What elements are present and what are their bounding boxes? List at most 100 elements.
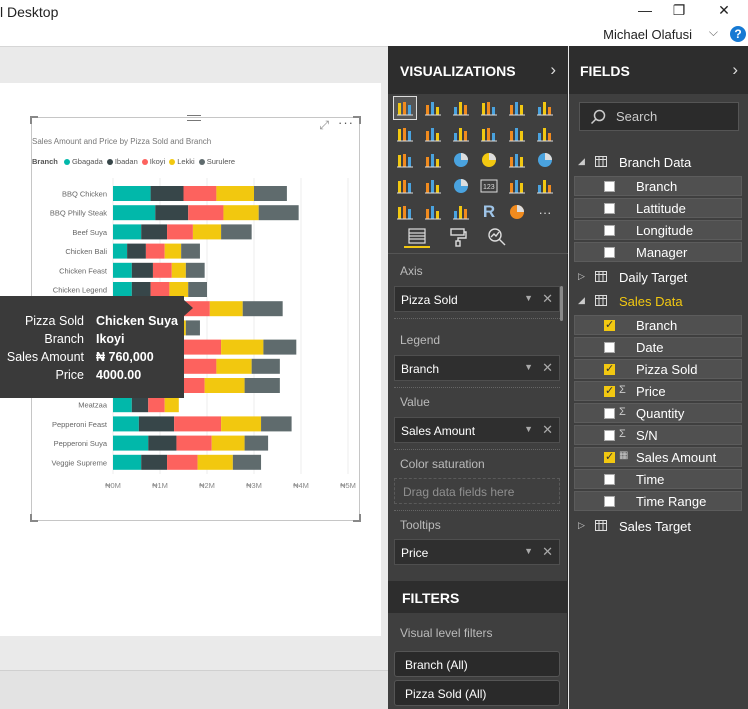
field-checkbox[interactable] xyxy=(604,496,615,507)
help-icon[interactable]: ? xyxy=(730,26,746,42)
value-field-pill[interactable]: Sales Amount ▼ ✕ xyxy=(394,417,560,443)
bar-segment[interactable] xyxy=(113,282,132,297)
chevron-down-icon[interactable]: ▼ xyxy=(524,546,533,556)
remove-icon[interactable]: ✕ xyxy=(542,291,553,307)
field-item[interactable]: Σ Quantity xyxy=(574,403,742,423)
stacked-area-icon[interactable] xyxy=(450,123,472,145)
bar-segment[interactable] xyxy=(244,435,269,451)
field-checkbox[interactable] xyxy=(604,408,615,419)
field-checkbox[interactable] xyxy=(604,430,615,441)
bar-segment[interactable] xyxy=(185,320,200,336)
remove-icon[interactable]: ✕ xyxy=(542,544,553,560)
field-item[interactable]: Branch xyxy=(574,176,742,196)
filled-map-icon[interactable] xyxy=(394,175,416,197)
field-checkbox[interactable] xyxy=(604,384,615,397)
bar-segment[interactable] xyxy=(204,378,245,393)
bar-segment[interactable] xyxy=(131,262,153,278)
chevron-down-icon[interactable]: ▼ xyxy=(524,362,533,372)
bar-segment[interactable] xyxy=(152,262,172,278)
bar-segment[interactable] xyxy=(150,282,170,297)
close-button[interactable]: ✕ xyxy=(709,2,739,19)
waterfall-icon[interactable] xyxy=(394,149,416,171)
bar-segment[interactable] xyxy=(221,339,264,355)
multirow-card-icon[interactable] xyxy=(506,175,528,197)
field-item[interactable]: Σ Price xyxy=(574,381,742,401)
bar-segment[interactable] xyxy=(167,224,193,240)
bar-segment[interactable] xyxy=(183,339,222,355)
bar-segment[interactable] xyxy=(192,224,222,240)
bar-segment[interactable] xyxy=(197,454,233,470)
clustered-column-icon[interactable] xyxy=(478,97,500,119)
bar-segment[interactable] xyxy=(209,301,243,317)
field-checkbox[interactable] xyxy=(604,318,615,331)
field-item[interactable]: Time xyxy=(574,469,742,489)
bar-segment[interactable] xyxy=(211,435,245,451)
bar-segment[interactable] xyxy=(141,454,168,470)
kpi-icon[interactable] xyxy=(534,175,556,197)
fields-search-box[interactable] xyxy=(579,102,739,131)
scrollbar[interactable] xyxy=(560,286,563,321)
fields-tab-icon[interactable] xyxy=(404,226,430,248)
line-chart-icon[interactable] xyxy=(394,123,416,145)
field-item[interactable]: Date xyxy=(574,337,742,357)
bar-segment[interactable] xyxy=(131,397,149,413)
bar-segment[interactable] xyxy=(167,454,198,470)
chevron-down-icon[interactable]: ▼ xyxy=(524,424,533,434)
bar-segment[interactable] xyxy=(113,262,132,278)
bar-segment[interactable] xyxy=(127,243,146,259)
field-item[interactable]: Manager xyxy=(574,242,742,262)
stacked-bar-icon[interactable] xyxy=(393,96,417,120)
bar-segment[interactable] xyxy=(221,416,262,432)
bar-segment[interactable] xyxy=(223,205,259,221)
field-item[interactable]: Longitude xyxy=(574,220,742,240)
bar-segment[interactable] xyxy=(188,205,224,221)
treemap-icon[interactable] xyxy=(506,149,528,171)
bar-segment[interactable] xyxy=(113,243,128,259)
bar-segment[interactable] xyxy=(183,186,217,201)
bar-segment[interactable] xyxy=(164,243,182,259)
bar-segment[interactable] xyxy=(232,454,262,470)
bar-segment[interactable] xyxy=(171,262,186,278)
funnel-icon[interactable] xyxy=(422,175,444,197)
ribbon-chart-icon[interactable] xyxy=(534,123,556,145)
chevron-right-icon[interactable]: › xyxy=(550,60,556,80)
bar-segment[interactable] xyxy=(216,186,254,201)
chevron-right-icon[interactable]: › xyxy=(732,60,738,80)
search-input[interactable] xyxy=(616,109,734,124)
bar-segment[interactable] xyxy=(261,416,292,432)
bar-segment[interactable] xyxy=(150,186,184,201)
field-table-sales-target[interactable]: ▷ Sales Target xyxy=(569,516,748,538)
bar-segment[interactable] xyxy=(176,435,212,451)
bar-segment[interactable] xyxy=(251,358,280,374)
field-checkbox[interactable] xyxy=(604,225,615,236)
bar-segment[interactable] xyxy=(244,378,280,393)
bar-segment[interactable] xyxy=(113,454,142,470)
legend-field-pill[interactable]: Branch ▼ ✕ xyxy=(394,355,560,381)
stacked-column-icon[interactable] xyxy=(422,97,444,119)
clustered-bar-icon[interactable] xyxy=(450,97,472,119)
gauge-icon[interactable] xyxy=(450,175,472,197)
bar-segment[interactable] xyxy=(181,243,200,259)
tooltips-field-pill[interactable]: Price ▼ ✕ xyxy=(394,539,560,565)
bar-segment[interactable] xyxy=(113,224,142,240)
field-checkbox[interactable] xyxy=(604,181,615,192)
bar-segment[interactable] xyxy=(216,358,252,374)
100-column-icon[interactable] xyxy=(534,97,556,119)
remove-icon[interactable]: ✕ xyxy=(542,422,553,438)
field-item[interactable]: ▦ Sales Amount xyxy=(574,447,742,467)
chevron-down-icon[interactable]: ▼ xyxy=(524,293,533,303)
collapsed-arrow-icon[interactable]: ▷ xyxy=(578,520,585,531)
field-checkbox[interactable] xyxy=(604,474,615,485)
field-checkbox[interactable] xyxy=(604,342,615,353)
area-chart-icon[interactable] xyxy=(422,123,444,145)
field-table-daily-target[interactable]: ▷ Daily Target xyxy=(569,267,748,289)
bar-segment[interactable] xyxy=(242,301,283,317)
bar-segment[interactable] xyxy=(113,186,151,201)
bar-segment[interactable] xyxy=(258,205,299,221)
line-column-2-icon[interactable] xyxy=(506,123,528,145)
field-checkbox[interactable] xyxy=(604,450,615,463)
bar-segment[interactable] xyxy=(155,205,189,221)
axis-field-pill[interactable]: Pizza Sold ▼ ✕ xyxy=(394,286,560,312)
donut-chart-icon[interactable] xyxy=(478,149,500,171)
bar-segment[interactable] xyxy=(185,262,205,278)
